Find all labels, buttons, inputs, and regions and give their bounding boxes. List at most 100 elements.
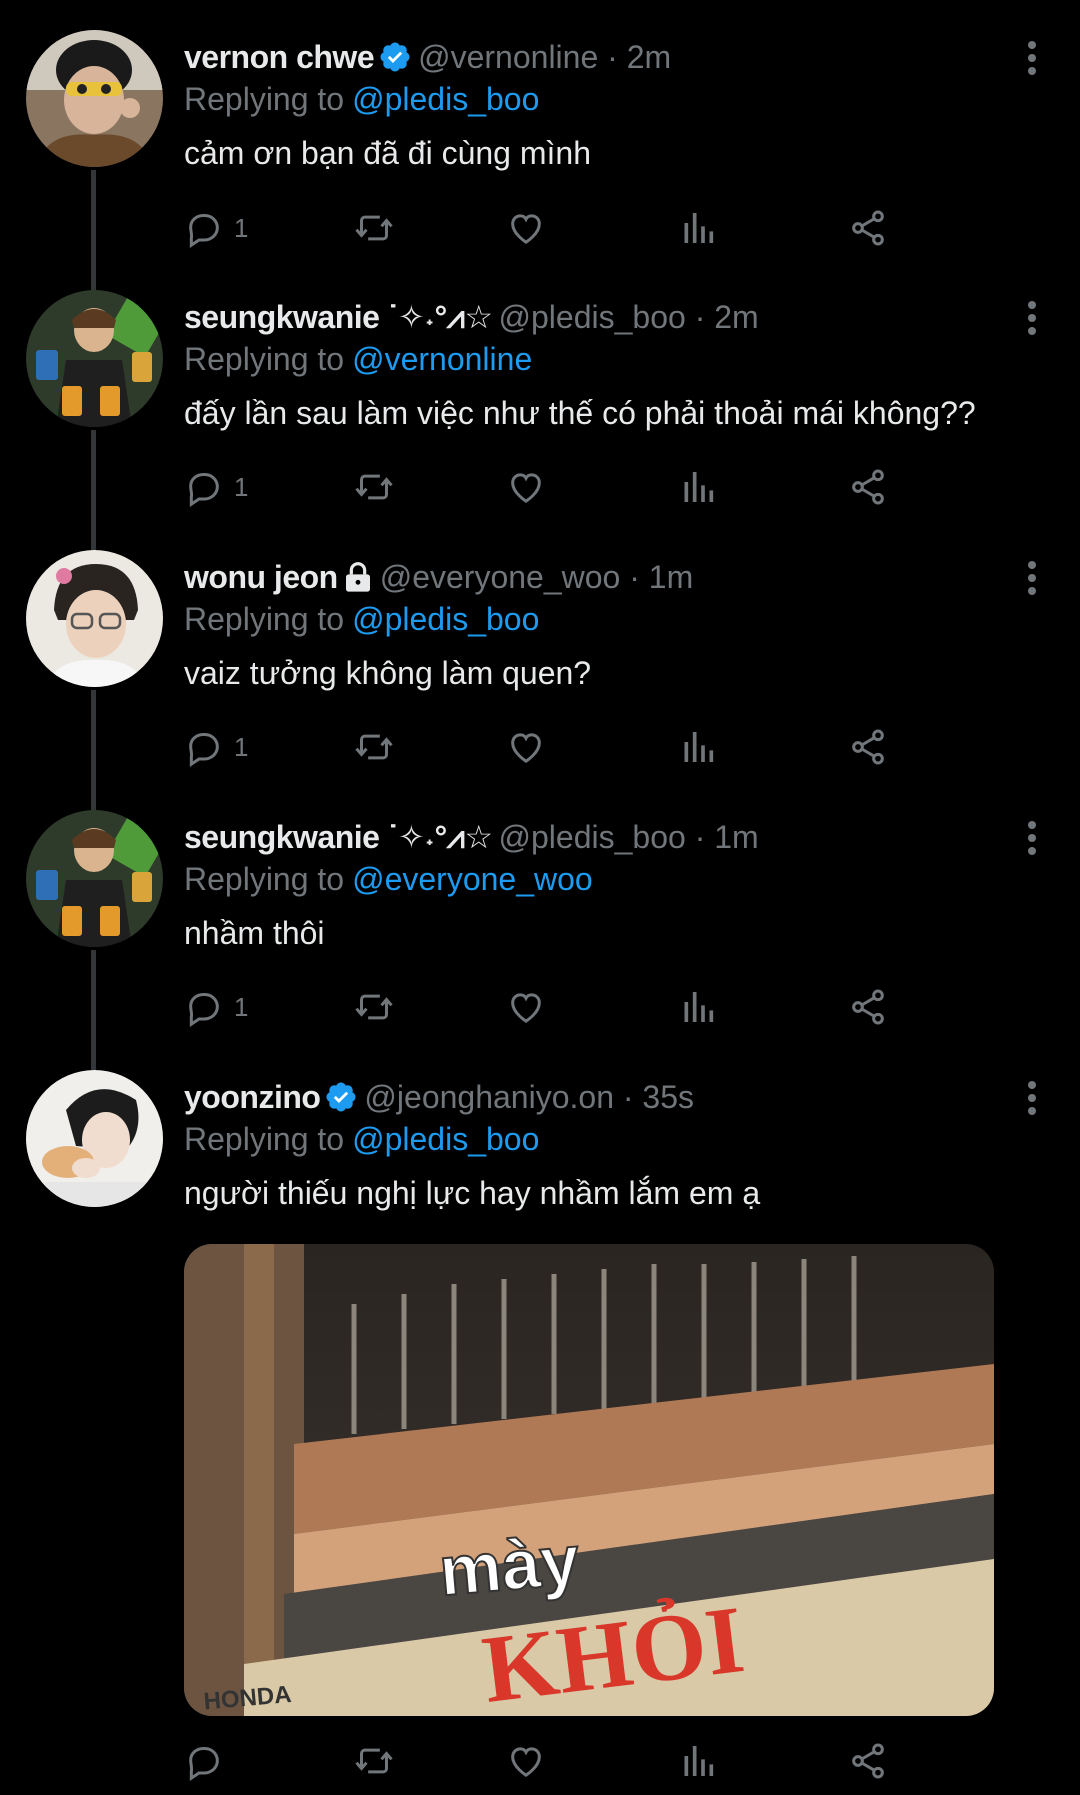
tweet-text: vaiz tưởng không làm quen? [184, 655, 592, 691]
share-button[interactable] [848, 203, 888, 253]
like-button[interactable] [506, 722, 546, 772]
reply-icon [189, 214, 219, 248]
reply-icon [189, 733, 219, 767]
more-vertical-icon[interactable] [1020, 40, 1044, 76]
tweet-text: người thiếu nghị lực hay nhầm lắm em ạ [184, 1175, 761, 1211]
heart-icon [511, 473, 541, 503]
more-vertical-icon[interactable] [1020, 1080, 1044, 1116]
more-vertical-icon[interactable] [1020, 820, 1044, 856]
reply-count: 1 [234, 212, 249, 243]
meme-caption: mày [436, 1520, 582, 1610]
share-icon [852, 469, 884, 505]
heart-icon [511, 214, 541, 244]
retweet-icon [355, 1748, 393, 1774]
views-button[interactable] [678, 722, 718, 772]
action-bar: 1 [184, 462, 1024, 512]
like-button[interactable] [506, 1736, 546, 1786]
display-name[interactable]: wonu jeon [184, 559, 338, 595]
replying-label: Replying to [184, 601, 345, 637]
avatar[interactable] [26, 30, 163, 167]
action-bar: 1 [184, 203, 1024, 253]
mention-link[interactable]: @pledis_boo [352, 81, 539, 117]
more-vertical-icon[interactable] [1020, 560, 1044, 596]
replying-to: Replying to @vernonline [184, 338, 532, 380]
share-icon [852, 729, 884, 765]
views-icon [684, 213, 714, 243]
tweet-header: seungkwanie ˙✧˖°⩘☆ @pledis_boo · 1m [184, 816, 990, 858]
reply-count: 1 [234, 731, 249, 762]
share-button[interactable] [848, 722, 888, 772]
action-bar: 1 [184, 722, 1024, 772]
handle-and-time[interactable]: @pledis_boo · 1m [499, 819, 759, 855]
like-button[interactable] [506, 462, 546, 512]
handle-and-time[interactable]: @jeonghaniyo.on · 35s [364, 1079, 694, 1115]
mention-link[interactable]: @pledis_boo [352, 601, 539, 637]
tweet-media-image[interactable]: KHỎI HONDA mày [184, 1244, 994, 1716]
tweet-header: vernon chwe @vernonline · 2m [184, 36, 990, 78]
like-button[interactable] [506, 203, 546, 253]
more-vertical-icon[interactable] [1020, 300, 1044, 336]
retweet-button[interactable] [352, 462, 396, 512]
views-icon [684, 732, 714, 762]
display-name[interactable]: yoonzino [184, 1079, 321, 1115]
tweet-header: seungkwanie ˙✧˖°⩘☆ @pledis_boo · 2m [184, 296, 990, 338]
action-bar: 1 [184, 982, 1024, 1032]
views-button[interactable] [678, 203, 718, 253]
thread-line [91, 950, 96, 1070]
handle-and-time[interactable]: @vernonline · 2m [418, 39, 671, 75]
reply-count: 1 [234, 471, 249, 502]
reply-icon [189, 1747, 219, 1781]
replying-to: Replying to @pledis_boo [184, 598, 539, 640]
replying-to: Replying to @pledis_boo [184, 78, 539, 120]
tweet[interactable]: seungkwanie ˙✧˖°⩘☆ @pledis_boo · 2m Reply… [0, 290, 1080, 580]
retweet-button[interactable] [352, 1736, 396, 1786]
replying-label: Replying to [184, 81, 345, 117]
like-button[interactable] [506, 982, 546, 1032]
reply-button[interactable] [184, 1736, 224, 1786]
tweet-header: wonu jeon @everyone_woo · 1m [184, 556, 990, 598]
retweet-button[interactable] [352, 982, 396, 1032]
display-name[interactable]: seungkwanie ˙✧˖°⩘☆ [184, 819, 493, 855]
avatar[interactable] [26, 550, 163, 687]
views-button[interactable] [678, 1736, 718, 1786]
views-button[interactable] [678, 982, 718, 1032]
tweet[interactable]: yoonzino @jeonghaniyo.on · 35s Replying t… [0, 1070, 1080, 1795]
share-icon [852, 989, 884, 1025]
tweet[interactable]: wonu jeon @everyone_woo · 1m Replying to @… [0, 550, 1080, 840]
replying-label: Replying to [184, 861, 345, 897]
retweet-icon [355, 215, 393, 241]
tweet[interactable]: seungkwanie ˙✧˖°⩘☆ @pledis_boo · 1m Reply… [0, 810, 1080, 1070]
tweet-text: cảm ơn bạn đã đi cùng mình [184, 135, 591, 171]
views-button[interactable] [678, 462, 718, 512]
reply-button[interactable]: 1 [184, 722, 248, 772]
reply-button[interactable]: 1 [184, 982, 248, 1032]
reply-button[interactable]: 1 [184, 203, 248, 253]
handle-and-time[interactable]: @pledis_boo · 2m [499, 299, 759, 335]
share-icon [852, 1743, 884, 1779]
mention-link[interactable]: @everyone_woo [352, 861, 593, 897]
reply-button[interactable]: 1 [184, 462, 248, 512]
tweet-text: đấy lần sau làm việc như thế có phải tho… [184, 395, 976, 431]
mention-link[interactable]: @pledis_boo [352, 1121, 539, 1157]
mention-link[interactable]: @vernonline [352, 341, 532, 377]
tweet[interactable]: vernon chwe @vernonline · 2m Replying to @… [0, 30, 1080, 320]
retweet-button[interactable] [352, 722, 396, 772]
replying-label: Replying to [184, 1121, 345, 1157]
handle-and-time[interactable]: @everyone_woo · 1m [380, 559, 694, 595]
share-button[interactable] [848, 982, 888, 1032]
share-button[interactable] [848, 1736, 888, 1786]
replying-label: Replying to [184, 341, 345, 377]
display-name[interactable]: seungkwanie ˙✧˖°⩘☆ [184, 299, 493, 335]
avatar[interactable] [26, 810, 163, 947]
replying-to: Replying to @pledis_boo [184, 1118, 539, 1160]
retweet-icon [355, 474, 393, 500]
share-button[interactable] [848, 462, 888, 512]
avatar[interactable] [26, 290, 163, 427]
display-name[interactable]: vernon chwe [184, 39, 375, 75]
avatar[interactable] [26, 1070, 163, 1207]
retweet-button[interactable] [352, 203, 396, 253]
reply-icon [189, 993, 219, 1027]
retweet-icon [355, 994, 393, 1020]
action-bar [184, 1736, 1024, 1786]
heart-icon [511, 1747, 541, 1777]
